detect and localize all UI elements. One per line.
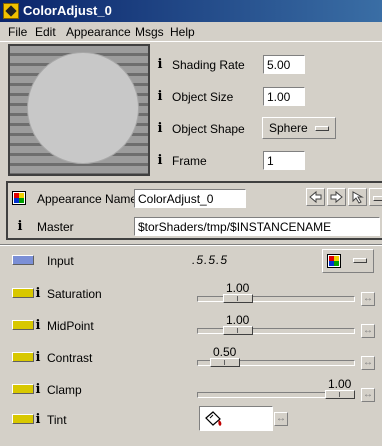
appearance-logo-icon	[327, 254, 341, 268]
window-title: ColorAdjust_0	[23, 3, 112, 18]
clamp-connection-led[interactable]	[12, 384, 34, 394]
object-shape-value: Sphere	[269, 121, 308, 135]
object-size-field[interactable]: 1.00	[263, 87, 305, 106]
object-shape-select[interactable]: Sphere	[262, 117, 336, 139]
info-icon[interactable]: i	[34, 382, 42, 397]
saturation-slider-thumb[interactable]	[223, 294, 253, 303]
option-menu-bar-icon	[373, 196, 382, 201]
midpoint-slider-thumb[interactable]	[223, 326, 253, 335]
shader-preview[interactable]	[8, 44, 150, 176]
menu-msgs[interactable]: Msgs	[135, 25, 164, 39]
frame-label: Frame	[172, 154, 207, 168]
input-source-select[interactable]	[322, 249, 374, 273]
option-menu-bar-icon	[315, 126, 329, 131]
preview-sphere	[27, 52, 139, 164]
midpoint-label: MidPoint	[47, 319, 94, 333]
divider	[0, 244, 382, 246]
contrast-value: 0.50	[213, 345, 237, 359]
info-icon[interactable]: i	[34, 318, 42, 333]
link-icon[interactable]: ↔	[274, 412, 288, 426]
menu-file[interactable]: File	[8, 25, 27, 39]
object-shape-label: Object Shape	[172, 122, 245, 136]
arrow-left-button[interactable]	[306, 188, 325, 206]
menu-edit[interactable]: Edit	[35, 25, 56, 39]
appearance-name-label: Appearance Name	[37, 192, 138, 206]
contrast-slider-thumb[interactable]	[210, 358, 240, 367]
master-label: Master	[37, 220, 74, 234]
master-path-field[interactable]: $torShaders/tmp/$INSTANCENAME	[134, 217, 380, 236]
info-icon[interactable]: i	[34, 350, 42, 365]
midpoint-connection-led[interactable]	[12, 320, 34, 330]
input-value: .5.5.5	[192, 253, 229, 267]
info-icon[interactable]: i	[156, 121, 164, 136]
menu-bar: File Edit Appearance Msgs Help	[0, 22, 382, 42]
menu-appearance[interactable]: Appearance	[66, 25, 131, 39]
appearance-name-field[interactable]: ColorAdjust_0	[134, 189, 246, 208]
menu-help[interactable]: Help	[170, 25, 195, 39]
saturation-label: Saturation	[47, 287, 102, 301]
saturation-connection-led[interactable]	[12, 288, 34, 298]
midpoint-slider-track[interactable]	[197, 328, 355, 334]
appearance-logo-icon[interactable]	[12, 191, 26, 205]
link-icon[interactable]: ↔	[361, 292, 375, 306]
link-icon[interactable]: ↔	[361, 324, 375, 338]
clamp-slider-thumb[interactable]	[325, 390, 355, 399]
frame-field[interactable]: 1	[263, 151, 305, 170]
tint-label: Tint	[47, 413, 67, 427]
info-icon[interactable]: i	[34, 412, 42, 427]
arrow-right-icon	[330, 190, 343, 204]
pointer-icon	[352, 191, 364, 204]
info-icon[interactable]: i	[156, 89, 164, 104]
shading-rate-label: Shading Rate	[172, 58, 245, 72]
contrast-label: Contrast	[47, 351, 93, 365]
paint-bucket-icon	[205, 411, 222, 426]
input-label: Input	[47, 254, 74, 268]
app-icon[interactable]	[3, 3, 19, 19]
midpoint-value: 1.00	[226, 313, 250, 327]
saturation-value: 1.00	[226, 281, 250, 295]
appearance-menu-button[interactable]	[369, 188, 382, 206]
tint-connection-led[interactable]	[12, 414, 34, 424]
tint-color-swatch[interactable]	[199, 406, 273, 431]
pointer-button[interactable]	[348, 188, 367, 206]
clamp-label: Clamp	[47, 383, 82, 397]
option-menu-bar-icon	[353, 258, 367, 263]
object-size-label: Object Size	[172, 90, 234, 104]
title-bar: ColorAdjust_0	[0, 0, 382, 22]
info-icon[interactable]: i	[16, 219, 24, 234]
link-icon[interactable]: ↔	[361, 388, 375, 402]
appearance-panel: Appearance Name ColorAdjust_0 i Master $…	[6, 181, 382, 240]
shading-rate-field[interactable]: 5.00	[263, 55, 305, 74]
input-connection-led[interactable]	[12, 255, 34, 265]
saturation-slider-track[interactable]	[197, 296, 355, 302]
arrow-right-button[interactable]	[327, 188, 346, 206]
clamp-value: 1.00	[328, 377, 352, 391]
info-icon[interactable]: i	[156, 57, 164, 72]
info-icon[interactable]: i	[156, 153, 164, 168]
info-icon[interactable]: i	[34, 286, 42, 301]
arrow-left-icon	[309, 190, 322, 204]
contrast-connection-led[interactable]	[12, 352, 34, 362]
link-icon[interactable]: ↔	[361, 356, 375, 370]
